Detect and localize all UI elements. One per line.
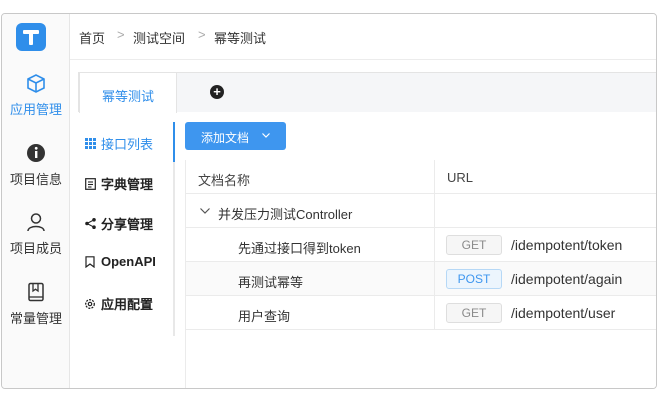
nav-item-label: 应用配置 [101,297,154,312]
table-row[interactable]: 先通过接口得到token GET /idempotent/token [186,228,656,262]
doc-icon [84,177,96,190]
bookmark-icon [84,255,96,268]
breadcrumb-current: 幂等测试 [214,31,267,46]
nav-item-label: 分享管理 [101,217,154,232]
sidebar-item-label: 常量管理 [9,311,62,326]
share-icon [84,218,96,230]
method-badge: POST [446,269,502,289]
active-indicator [173,122,175,162]
chevron-down-icon[interactable] [199,206,211,216]
column-divider [434,296,435,329]
app-logo[interactable] [16,23,46,51]
add-document-label: 添加文档 [201,131,250,145]
group-label: 并发压力测试Controller [218,207,353,222]
breadcrumb-space[interactable]: 测试空间 [133,28,185,47]
column-header-name: 文档名称 [198,173,251,188]
nav-item-label: 字典管理 [101,177,154,192]
api-path: /idempotent/again [511,271,623,287]
api-table: 文档名称 URL 并发压力测试Controller 先通过接口得到token G… [185,160,656,388]
book-icon [28,282,44,302]
app-sidebar: 应用管理 项目信息 项目成员 常量管理 [2,14,70,388]
table-row[interactable]: 用户查询 GET /idempotent/user [186,296,656,330]
column-divider [434,228,435,261]
tab-bar: 幂等测试 + [78,72,656,113]
sidebar-item-project-info[interactable]: 项目信息 [2,142,70,188]
nav-item-app-config[interactable]: 应用配置 [84,294,153,313]
table-group-row[interactable]: 并发压力测试Controller [186,194,656,228]
nav-item-api-list[interactable]: 接口列表 [84,134,153,153]
main-content: 幂等测试 + 接口列表 字典管理 分享管理 OpenAPI 应用配置 添加文档 … [70,60,656,388]
grid-icon [84,138,96,150]
table-row[interactable]: 再测试幂等 POST /idempotent/again [186,262,656,296]
column-header-url: URL [447,170,474,185]
column-divider [434,262,435,295]
sidebar-item-constants[interactable]: 常量管理 [2,281,70,327]
table-header: 文档名称 URL [186,160,656,194]
sidebar-item-label: 应用管理 [9,102,62,117]
api-name: 先通过接口得到token [238,241,361,256]
column-divider [434,194,435,227]
method-badge: GET [446,303,502,323]
api-path: /idempotent/user [511,305,616,321]
app-window: 应用管理 项目信息 项目成员 常量管理 首页 > 测试空间 > 幂等测试 幂等测… [1,13,657,389]
info-icon [27,144,45,162]
api-path: /idempotent/token [511,237,623,253]
sidebar-item-label: 项目信息 [9,172,62,187]
topbar: 首页 > 测试空间 > 幂等测试 [70,14,656,60]
sidebar-item-label: 项目成员 [9,241,62,256]
nav-item-label: OpenAPI [101,254,156,269]
add-document-button[interactable]: 添加文档 [185,122,286,150]
app-box-icon [27,74,45,93]
breadcrumb-separator: > [117,27,125,42]
nav-item-label: 接口列表 [101,137,154,152]
api-name: 用户查询 [238,309,291,324]
method-badge: GET [446,235,502,255]
doc-nav: 接口列表 字典管理 分享管理 OpenAPI 应用配置 [78,122,175,336]
nav-item-dictionary[interactable]: 字典管理 [84,174,153,193]
user-icon [27,213,45,232]
sidebar-item-project-members[interactable]: 项目成员 [2,211,70,257]
column-divider [434,160,435,193]
gear-icon [84,298,96,310]
breadcrumb-home[interactable]: 首页 [79,28,105,47]
logo-t-stem [29,32,33,45]
api-name: 再测试幂等 [238,275,304,290]
tab-idempotent-test[interactable]: 幂等测试 [79,72,177,113]
chevron-down-icon [262,133,270,138]
nav-item-share[interactable]: 分享管理 [84,214,153,233]
plus-circle-icon[interactable]: + [210,85,224,99]
tab-label: 幂等测试 [101,89,154,104]
breadcrumb-separator: > [198,27,206,42]
nav-item-openapi[interactable]: OpenAPI [84,254,156,269]
sidebar-item-app-management[interactable]: 应用管理 [2,72,70,118]
